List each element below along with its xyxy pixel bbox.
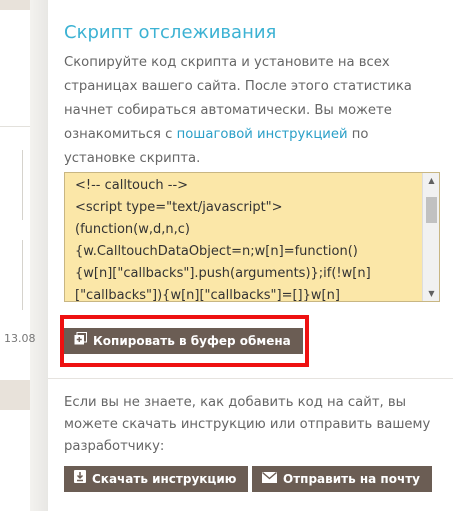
send-by-email-button[interactable]: Отправить на почту [252, 466, 432, 492]
copy-icon [74, 328, 87, 354]
background-band [0, 380, 30, 410]
copy-button-label: Копировать в буфер обмена [93, 334, 291, 348]
background-chart-tick [22, 150, 23, 220]
script-code-text[interactable]: <!-- calltouch --> <script type="text/ja… [75, 175, 420, 301]
instruction-link[interactable]: пошаговой инструкцией [177, 127, 348, 142]
background-band-top [0, 0, 30, 10]
envelope-icon [262, 466, 277, 492]
scroll-up-arrow-icon[interactable]: ▲ [423, 173, 439, 188]
scrollbar-thumb[interactable] [426, 197, 437, 223]
tracking-script-panel: Скрипт отслеживания Скопируйте код скрип… [48, 0, 453, 511]
section-divider [48, 378, 453, 379]
help-text: Если вы не знаете, как добавить код на с… [64, 395, 431, 454]
download-icon [74, 466, 86, 492]
mail-button-label: Отправить на почту [283, 472, 420, 486]
copy-to-clipboard-button[interactable]: Копировать в буфер обмена [64, 328, 303, 354]
script-code-textarea[interactable]: <!-- calltouch --> <script type="text/ja… [64, 172, 440, 302]
panel-description: Скопируйте код скрипта и установите на в… [64, 51, 436, 171]
download-instruction-button[interactable]: Скачать инструкцию [64, 466, 249, 492]
background-chart-tick [22, 240, 23, 310]
background-content-strip [0, 0, 30, 511]
code-scrollbar[interactable]: ▲ ▼ [422, 173, 439, 301]
panel-shadow [30, 0, 50, 511]
scroll-down-arrow-icon[interactable]: ▼ [423, 286, 439, 301]
download-button-label: Скачать инструкцию [92, 472, 237, 486]
background-divider [0, 126, 30, 127]
panel-title: Скрипт отслеживания [64, 22, 277, 43]
